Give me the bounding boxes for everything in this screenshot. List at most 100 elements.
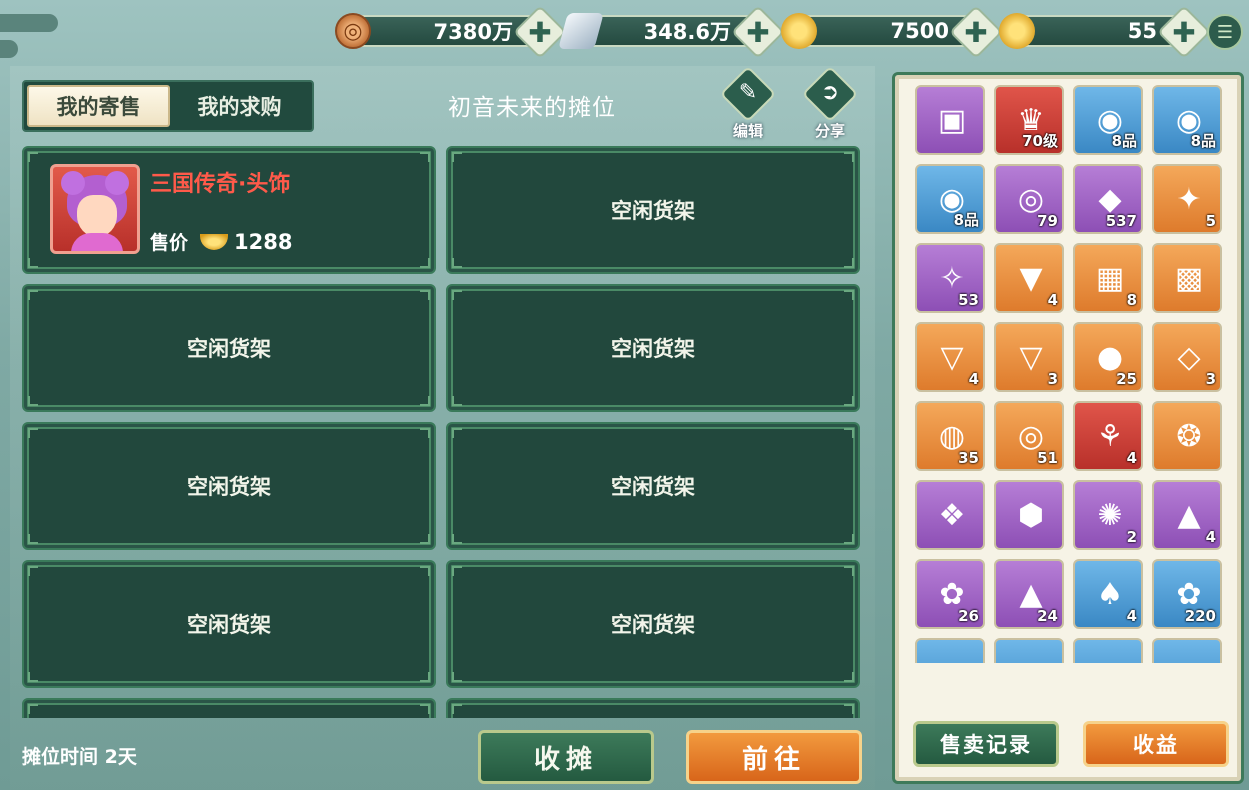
- add-copper-button[interactable]: ✚: [513, 5, 567, 59]
- edit-button[interactable]: ✎ 编辑: [718, 65, 778, 142]
- item-count: 8: [1126, 291, 1137, 309]
- inventory-item[interactable]: ▩: [1152, 243, 1222, 313]
- inventory-item[interactable]: ▽ 3: [994, 322, 1064, 392]
- item-icon: [927, 648, 977, 663]
- tab-my-consignment[interactable]: 我的寄售: [27, 85, 170, 127]
- plus-icon: ✚: [964, 15, 988, 49]
- inventory-item[interactable]: ⚘ 4: [1073, 401, 1143, 471]
- close-stall-button[interactable]: 收摊: [478, 730, 654, 784]
- inventory-item[interactable]: ▣: [915, 85, 985, 155]
- plus-icon: ✚: [1172, 15, 1196, 49]
- shelf-slot-empty[interactable]: 空闲货架: [446, 146, 860, 274]
- gold-ingot-bag-icon: [781, 13, 817, 49]
- plus-icon: ✚: [528, 15, 552, 49]
- add-gold-bag-button[interactable]: ✚: [949, 5, 1003, 59]
- shelf-slot-empty[interactable]: 空闲货架: [22, 560, 436, 688]
- item-icon: ❂: [1176, 418, 1202, 454]
- item-count: 4: [1205, 528, 1216, 546]
- inventory-item[interactable]: ◉ 8品: [1152, 85, 1222, 155]
- shelf-slot-empty[interactable]: 空闲货架: [446, 560, 860, 688]
- edit-icon: ✎: [738, 80, 758, 105]
- inventory-item[interactable]: ◎ 51: [994, 401, 1064, 471]
- currency-silver: 348.6万 ✚: [558, 5, 785, 59]
- shelf-slot-empty[interactable]: 空闲货架: [22, 284, 436, 412]
- item-count: 51: [1037, 449, 1058, 467]
- item-count: 24: [1037, 607, 1058, 625]
- item-count: 4: [1126, 607, 1137, 625]
- empty-slot-label: 空闲货架: [187, 475, 271, 499]
- item-count: 25: [1116, 370, 1137, 388]
- shelf-slot-listed[interactable]: 三国传奇·头饰 售价 1288: [22, 146, 436, 274]
- go-button[interactable]: 前往: [686, 730, 862, 784]
- currency-gold: 55 ✚: [999, 5, 1211, 59]
- share-button[interactable]: ➲ 分享: [800, 65, 860, 142]
- inventory-item[interactable]: [1073, 638, 1143, 663]
- currency-gold-bag: 7500 ✚: [781, 5, 1003, 59]
- inventory-item[interactable]: ▦ 8: [1073, 243, 1143, 313]
- stall-tabs: 我的寄售 我的求购: [22, 80, 314, 132]
- inventory-item[interactable]: [915, 638, 985, 663]
- item-portrait-icon: [50, 164, 140, 254]
- inventory-item[interactable]: ▲ 24: [994, 559, 1064, 629]
- currency-copper: 7380万 ◎ ✚: [335, 5, 567, 59]
- item-count: 8品: [1190, 132, 1216, 150]
- inventory-item[interactable]: ◍ 35: [915, 401, 985, 471]
- inventory-item[interactable]: ▽ 4: [915, 322, 985, 392]
- item-count: 4: [1047, 291, 1058, 309]
- item-icon: ❖: [938, 497, 966, 533]
- item-icon: [1006, 648, 1056, 663]
- stall-panel: 我的寄售 我的求购 初音未来的摊位 ✎ 编辑 ➲ 分享 三国传奇·头饰 售价 1…: [10, 65, 875, 790]
- sale-record-button[interactable]: 售卖记录: [913, 721, 1059, 767]
- inventory-item[interactable]: ✿ 26: [915, 559, 985, 629]
- inventory-item[interactable]: ⬢: [994, 480, 1064, 550]
- item-icon: ⬢: [1017, 497, 1045, 533]
- item-icon: ▣: [937, 102, 967, 138]
- add-silver-button[interactable]: ✚: [731, 5, 785, 59]
- empty-slot-label: 空闲货架: [611, 199, 695, 223]
- item-count: 537: [1105, 212, 1137, 230]
- item-count: 26: [958, 607, 979, 625]
- tab-my-purchase[interactable]: 我的求购: [170, 85, 309, 127]
- item-count: 4: [1126, 449, 1137, 467]
- inventory-item[interactable]: ◎ 79: [994, 164, 1064, 234]
- inventory-item[interactable]: ▲ 4: [1152, 480, 1222, 550]
- inventory-item[interactable]: ❂: [1152, 401, 1222, 471]
- inventory-item[interactable]: ♠ 4: [1073, 559, 1143, 629]
- shelf-slot-empty[interactable]: 空闲货架: [22, 422, 436, 550]
- add-gold-button[interactable]: ✚: [1157, 5, 1211, 59]
- item-count: 3: [1205, 370, 1216, 388]
- inventory-item[interactable]: ♛ 70级: [994, 85, 1064, 155]
- item-price: 售价 1288: [150, 228, 292, 255]
- shelf-slot-partial[interactable]: [22, 698, 436, 718]
- item-icon: ▩: [1174, 260, 1204, 296]
- empty-slot-label: 空闲货架: [187, 337, 271, 361]
- inventory-item[interactable]: ◇ 3: [1152, 322, 1222, 392]
- share-label: 分享: [814, 122, 845, 140]
- inventory-grid: ▣ ♛ 70级 ◉ 8品 ◉ 8品 ◉ 8品 ◎ 79 ◆ 537 ✦ 5 ✧ 53 ▼ 4 ▦ 8 ▩ ▽ 4 ▽ 3 ● 25 ◇ 3…: [915, 85, 1227, 663]
- empty-slot-label: 空闲货架: [611, 475, 695, 499]
- shelf-slot-empty[interactable]: 空闲货架: [446, 422, 860, 550]
- empty-slot-label: 空闲货架: [187, 613, 271, 637]
- item-count: 220: [1184, 607, 1216, 625]
- inventory-item[interactable]: ◉ 8品: [915, 164, 985, 234]
- item-count: 8品: [1111, 132, 1137, 150]
- inventory-item[interactable]: ▼ 4: [994, 243, 1064, 313]
- gold-ingot-icon: [200, 233, 229, 250]
- inventory-item[interactable]: ● 25: [1073, 322, 1143, 392]
- inventory-item[interactable]: ◆ 537: [1073, 164, 1143, 234]
- inventory-item[interactable]: ✦ 5: [1152, 164, 1222, 234]
- income-button[interactable]: 收益: [1083, 721, 1229, 767]
- shelf-slot-empty[interactable]: 空闲货架: [446, 284, 860, 412]
- empty-slot-label: 空闲货架: [611, 337, 695, 361]
- inventory-item[interactable]: ✿ 220: [1152, 559, 1222, 629]
- item-count: 5: [1205, 212, 1216, 230]
- menu-button[interactable]: ☰: [1207, 14, 1243, 50]
- inventory-item[interactable]: ✺ 2: [1073, 480, 1143, 550]
- inventory-item[interactable]: ✧ 53: [915, 243, 985, 313]
- inventory-item[interactable]: ❖: [915, 480, 985, 550]
- shelf-slot-partial[interactable]: [446, 698, 860, 718]
- inventory-item[interactable]: ◉ 8品: [1073, 85, 1143, 155]
- inventory-item[interactable]: [1152, 638, 1222, 663]
- item-count: 2: [1126, 528, 1137, 546]
- inventory-item[interactable]: [994, 638, 1064, 663]
